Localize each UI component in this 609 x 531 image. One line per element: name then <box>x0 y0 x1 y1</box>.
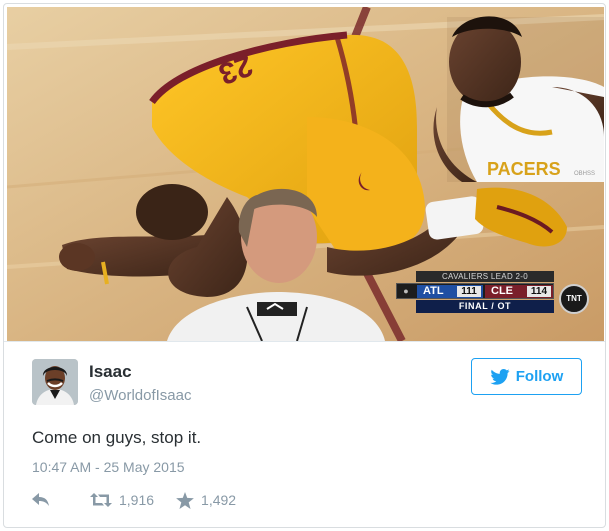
tweet-actions: 1,916 1,492 <box>32 490 236 510</box>
scoreboard: CAVALIERS LEAD 2-0 ● ATL 111 CLE 114 FIN… <box>396 271 589 315</box>
tweet-timestamp[interactable]: 10:47 AM - 25 May 2015 <box>32 459 185 475</box>
star-icon <box>176 491 194 509</box>
tnt-logo: TNT <box>559 284 589 314</box>
reply-arrow-icon <box>32 493 49 506</box>
like-count: 1,492 <box>201 492 237 508</box>
display-name[interactable]: Isaac <box>89 362 132 382</box>
divider <box>4 341 605 342</box>
like-button[interactable]: 1,492 <box>176 491 237 509</box>
team-atl-score: 111 <box>457 286 481 297</box>
team-cle: CLE 114 <box>485 285 553 298</box>
team-atl: ATL 111 <box>417 285 483 298</box>
tweet-text: Come on guys, stop it. <box>32 428 202 447</box>
tweet-photo[interactable]: 23 PACERS OBHSS CAVALIERS LEAD 2-0 ● ATL… <box>7 7 604 341</box>
reply-button[interactable] <box>32 493 50 507</box>
score-row: ● ATL 111 CLE 114 <box>396 283 554 299</box>
retweet-count: 1,916 <box>119 492 155 508</box>
retweet-button[interactable]: 1,916 <box>90 492 154 508</box>
team-atl-name: ATL <box>423 285 444 297</box>
tweet-card: 23 PACERS OBHSS CAVALIERS LEAD 2-0 ● ATL… <box>3 3 606 528</box>
avatar-image <box>32 359 78 405</box>
nba-logo-icon: ● <box>403 286 409 296</box>
avatar[interactable] <box>32 359 78 405</box>
game-period: FINAL / OT <box>416 300 554 313</box>
team-cle-score: 114 <box>527 286 551 297</box>
team-cle-name: CLE <box>491 285 513 297</box>
follow-button[interactable]: Follow <box>471 358 582 395</box>
follow-label: Follow <box>515 368 564 385</box>
user-handle[interactable]: @WorldofIsaac <box>89 387 192 404</box>
retweet-icon <box>90 493 112 507</box>
jersey-text: PACERS <box>487 159 561 179</box>
twitter-bird-icon <box>490 368 510 385</box>
series-status: CAVALIERS LEAD 2-0 <box>416 271 554 282</box>
watermark: OBHSS <box>574 171 595 177</box>
